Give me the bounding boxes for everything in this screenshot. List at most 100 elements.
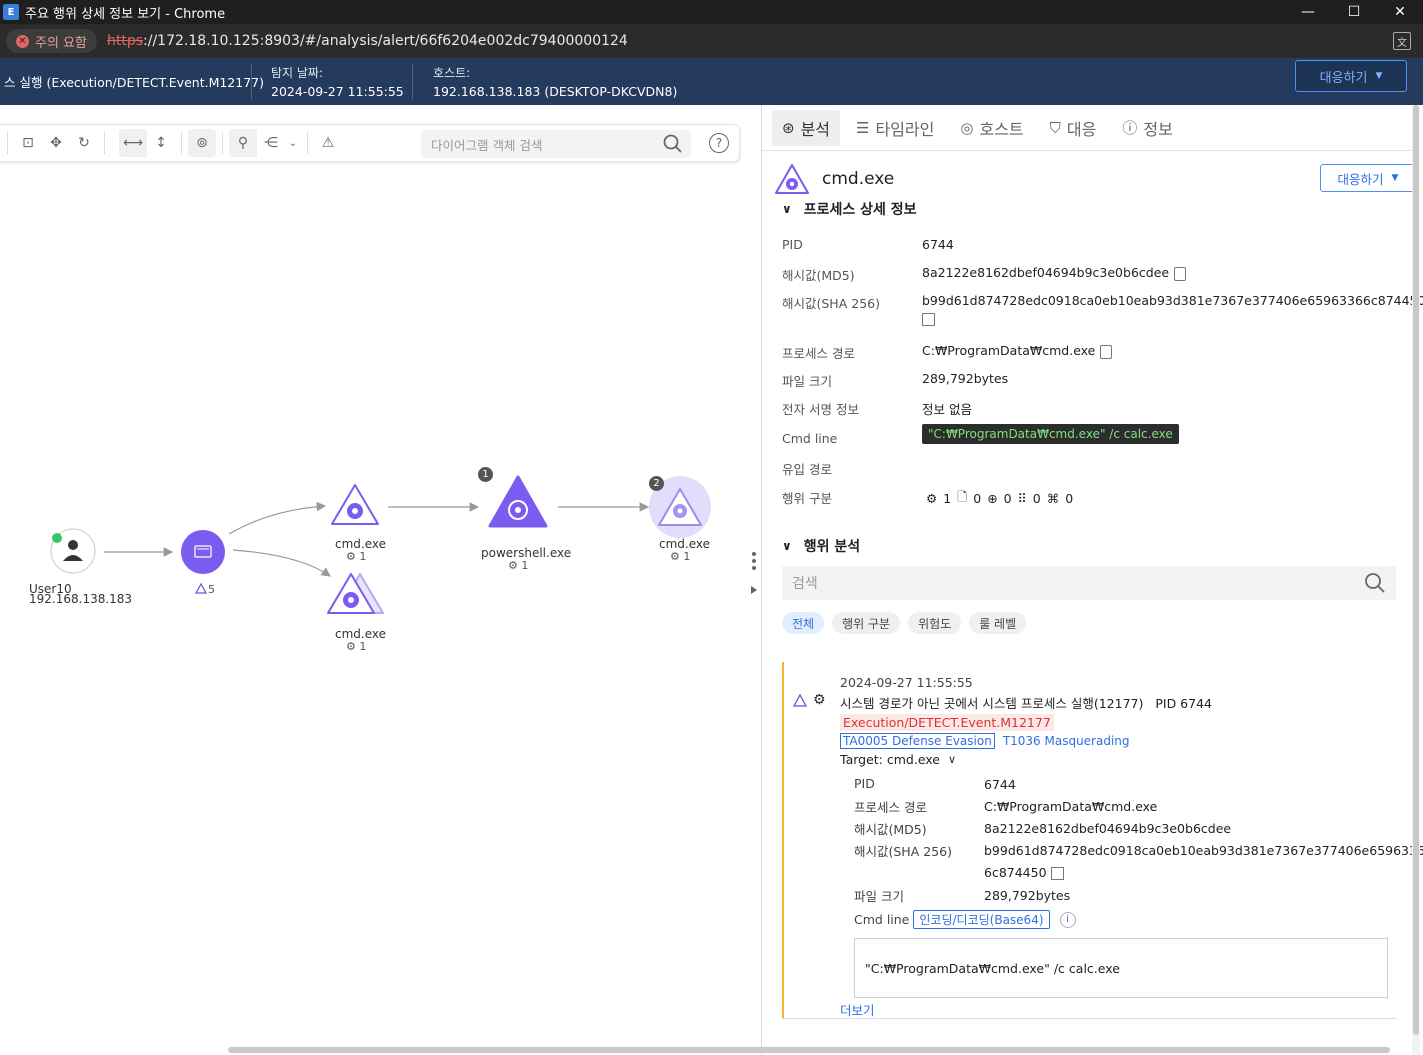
respond-dropdown-button[interactable]: 대응하기 ▼ <box>1320 164 1416 192</box>
filter-all[interactable]: 전체 <box>782 612 825 634</box>
translate-icon[interactable]: 文 <box>1393 32 1411 50</box>
window-titlebar: E 주요 행위 상세 정보 보기 - Chrome — ☐ ✕ <box>0 0 1423 24</box>
external-link-icon[interactable] <box>922 311 935 326</box>
timeline-icon: ☰ <box>856 118 870 137</box>
vertical-scrollbar[interactable] <box>1412 105 1420 1055</box>
field-label: 프로세스 경로 <box>782 346 855 361</box>
rule-tag: Execution/DETECT.Event.M12177 <box>840 714 1054 731</box>
gear-icon: ⚙ <box>813 692 826 708</box>
field-value-wrap: C:₩ProgramData₩cmd.exe <box>922 343 1113 359</box>
security-warning-label: 주의 요함 <box>35 35 87 51</box>
cmd1-node-count: ⚙ 1 <box>346 550 367 563</box>
target-sha-label: 해시값(SHA 256) <box>854 844 952 859</box>
cmd2-node[interactable] <box>327 573 384 614</box>
host-icon: ◎ <box>960 118 974 137</box>
file-behavior-icon: 🗋 <box>957 489 968 504</box>
field-label: PID <box>782 237 803 252</box>
respond-label: 대응하기 <box>1319 70 1368 86</box>
tab-timeline[interactable]: ☰ 타임라인 <box>846 110 944 146</box>
behavior-search-input[interactable]: 검색 <box>782 566 1396 600</box>
info-icon[interactable]: i <box>1059 911 1076 928</box>
target-size-value: 289,792bytes <box>984 888 1071 903</box>
target-path-label: 프로세스 경로 <box>854 800 927 815</box>
tab-info[interactable]: ⓘ 정보 <box>1112 110 1182 146</box>
powershell-count-value: 1 <box>521 559 529 572</box>
user-node[interactable] <box>50 528 96 574</box>
scrollbar-thumb[interactable] <box>1413 105 1419 1035</box>
target-md5-value: 8a2122e8162dbef04694b9c3e0b6cdee <box>984 821 1232 836</box>
alert-message: 시스템 경로가 아닌 곳에서 시스템 프로세스 실행(12177) <box>840 696 1144 711</box>
copy-icon[interactable] <box>1100 344 1113 359</box>
target-cmdline-row: Cmd line 인코딩/디코딩(Base64) i <box>854 910 1076 929</box>
cmd3-node-label: cmd.exe <box>659 537 711 551</box>
module-behavior-icon: ⌘ <box>1046 491 1060 506</box>
target-sha-value-2: 6c874450 <box>984 865 1047 880</box>
external-link-icon[interactable] <box>1050 867 1064 880</box>
behavior-analysis-header[interactable]: ∨ 행위 분석 <box>782 536 860 556</box>
url-field[interactable]: https://172.18.10.125:8903/#/analysis/al… <box>107 33 628 49</box>
mitre-line: TA0005 Defense Evasion T1036 Masqueradin… <box>840 733 1130 749</box>
cmd2-node-count: ⚙ 1 <box>346 640 367 653</box>
field-label: 유입 경로 <box>782 462 832 477</box>
behavior-count: 1 <box>943 491 952 506</box>
field-label: 행위 구분 <box>782 491 832 506</box>
target-pid-label: PID <box>854 776 875 791</box>
divider <box>412 64 413 99</box>
chevron-down-icon: ∨ <box>948 753 957 766</box>
more-link[interactable]: 더보기 <box>840 1000 875 1019</box>
app-icon: E <box>3 4 19 20</box>
sha256-value: b99d61d874728edc0918ca0eb10eab93d381e736… <box>922 293 1423 308</box>
detail-panel: ⊛ 분석 ☰ 타임라인 ◎ 호스트 ⛉ 대응 ⓘ 정보 cmd.exe 대응하기 ▼ ∨ … <box>761 105 1423 1055</box>
caret-down-icon: ▼ <box>1391 173 1399 183</box>
detect-date-value: 2024-09-27 11:55:55 <box>271 84 404 99</box>
host-value: 192.168.138.183 (DESKTOP-DKCVDN8) <box>433 84 678 99</box>
filter-rule-level[interactable]: 룰 레벨 <box>969 612 1027 634</box>
group-node-count: 5 <box>208 583 215 596</box>
process-name: cmd.exe <box>822 169 895 189</box>
security-warning-chip[interactable]: ✕ 주의 요함 <box>6 29 97 53</box>
powershell-badge: 1 <box>478 467 493 482</box>
field-label: 파일 크기 <box>782 374 832 389</box>
shield-icon: ⛉ <box>1049 118 1061 137</box>
tab-response[interactable]: ⛉ 대응 <box>1040 110 1107 146</box>
tab-host[interactable]: ◎ 호스트 <box>950 110 1033 146</box>
cmdline-chip: "C:₩ProgramData₩cmd.exe" /c calc.exe <box>922 424 1179 444</box>
tab-label: 분석 <box>800 119 831 139</box>
target-sha-value-2-wrap: 6c874450 <box>984 865 1064 880</box>
powershell-node[interactable] <box>488 475 548 528</box>
chevron-down-icon: ∨ <box>782 539 792 553</box>
tab-label: 호스트 <box>979 119 1024 139</box>
tactic-link[interactable]: TA0005 Defense Evasion <box>840 733 995 749</box>
filter-behavior-type[interactable]: 행위 구분 <box>832 612 901 634</box>
encode-decode-button[interactable]: 인코딩/디코딩(Base64) <box>913 910 1050 929</box>
event-name: 스 실행 (Execution/DETECT.Event.M12177) <box>4 75 264 90</box>
copy-icon[interactable] <box>1174 266 1187 281</box>
info-icon: ⓘ <box>1122 119 1138 137</box>
respond-dropdown-button-top[interactable]: 대응하기 ▼ <box>1295 60 1407 92</box>
window-controls: — ☐ ✕ <box>1285 0 1423 24</box>
edge-group-cmd1 <box>228 501 327 535</box>
horizontal-scrollbar[interactable] <box>228 1047 1390 1053</box>
minimize-button[interactable]: — <box>1285 0 1331 24</box>
cmd3-count-value: 1 <box>683 550 691 563</box>
host-info: 호스트: 192.168.138.183 (DESKTOP-DKCVDN8) <box>433 58 677 105</box>
tab-analysis[interactable]: ⊛ 분석 <box>772 109 841 146</box>
field-value-wrap: 8a2122e8162dbef04694b9c3e0b6cdee <box>922 265 1187 281</box>
detect-date-info: 탐지 날짜: 2024-09-27 11:55:55 <box>271 58 404 105</box>
search-icon[interactable] <box>1364 572 1386 594</box>
panel-resize-handle[interactable] <box>751 552 757 594</box>
registry-behavior-icon: ⠿ <box>1017 491 1027 506</box>
cmd1-node[interactable] <box>331 484 379 525</box>
filter-risk[interactable]: 위험도 <box>908 612 962 634</box>
group-node[interactable] <box>181 530 225 574</box>
maximize-button[interactable]: ☐ <box>1331 0 1377 24</box>
target-path-value: C:₩ProgramData₩cmd.exe <box>984 799 1158 814</box>
close-button[interactable]: ✕ <box>1377 0 1423 24</box>
alert-rule-line: Execution/DETECT.Event.M12177 <box>840 714 1054 731</box>
technique-link[interactable]: T1036 Masquerading <box>1003 734 1130 748</box>
target-toggle[interactable]: Target: cmd.exe ∨ <box>840 752 956 767</box>
detect-date-label: 탐지 날짜: <box>271 66 324 80</box>
process-detail-header[interactable]: ∨ 프로세스 상세 정보 <box>782 199 917 219</box>
behavior-search-placeholder: 검색 <box>792 576 818 592</box>
cmd1-count-value: 1 <box>359 550 367 563</box>
